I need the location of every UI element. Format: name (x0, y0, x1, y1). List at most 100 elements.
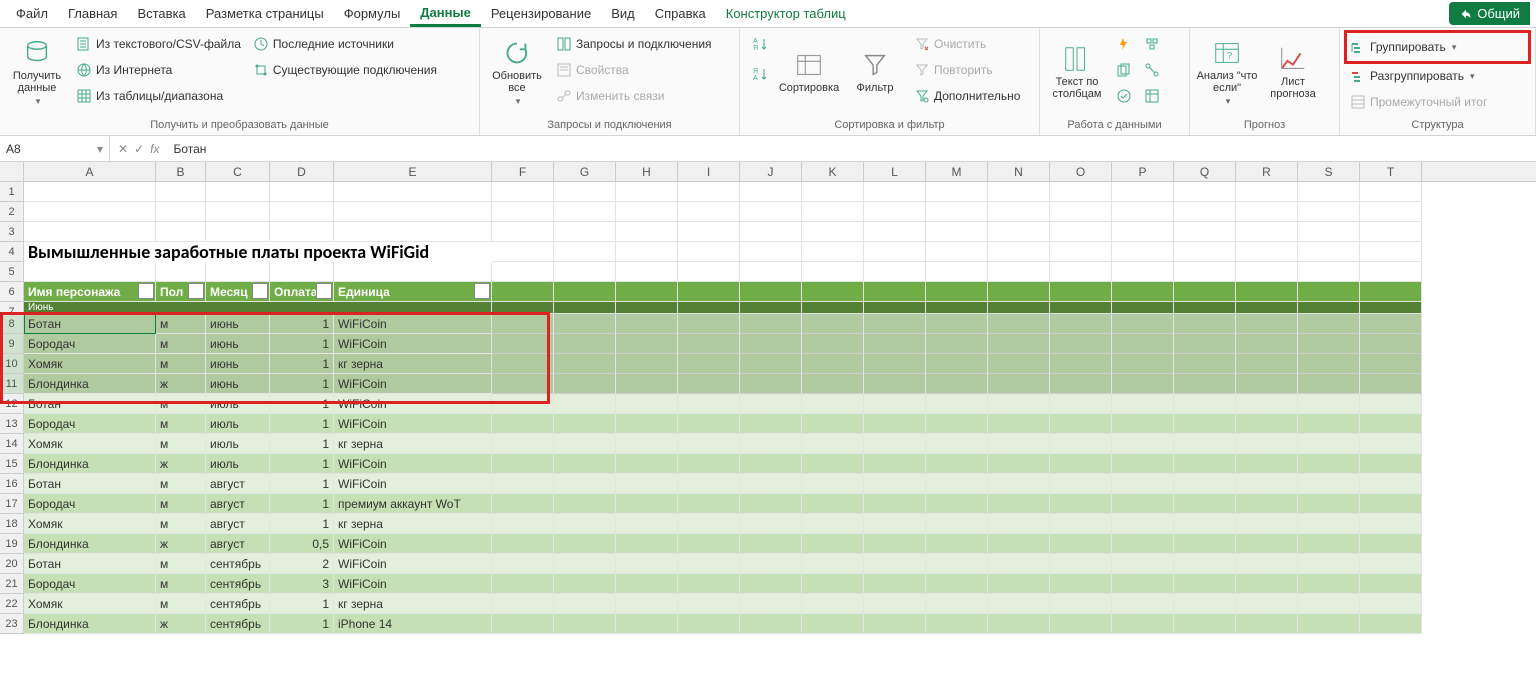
tab-formulas[interactable]: Формулы (334, 2, 411, 25)
flash-fill-button[interactable] (1112, 32, 1136, 56)
col-header-G[interactable]: G (554, 162, 616, 181)
row-header-13[interactable]: 13 (0, 414, 23, 434)
table-cell[interactable]: м (156, 314, 206, 334)
table-cell[interactable]: ж (156, 534, 206, 554)
row-header-9[interactable]: 9 (0, 334, 23, 354)
tab-data[interactable]: Данные (410, 1, 481, 27)
select-all-corner[interactable] (0, 162, 24, 182)
name-box[interactable]: A8 ▾ (0, 136, 110, 161)
filter-dropdown-icon[interactable]: ▾ (252, 283, 268, 299)
row-header-20[interactable]: 20 (0, 554, 23, 574)
table-header[interactable]: Оплата▾ (270, 282, 334, 302)
table-cell[interactable]: WiFiCoin (334, 314, 492, 334)
table-cell[interactable]: июнь (206, 334, 270, 354)
table-cell[interactable]: 3 (270, 574, 334, 594)
col-header-H[interactable]: H (616, 162, 678, 181)
table-cell[interactable]: Хомяк (24, 434, 156, 454)
tab-table-design[interactable]: Конструктор таблиц (716, 2, 856, 25)
table-cell[interactable]: сентябрь (206, 614, 270, 634)
consolidate-button[interactable] (1140, 32, 1164, 56)
forecast-sheet-button[interactable]: Лист прогноза (1262, 32, 1324, 112)
cancel-icon[interactable]: ✕ (118, 142, 128, 156)
table-cell[interactable]: Ботан (24, 554, 156, 574)
get-data-button[interactable]: Получить данные (6, 32, 68, 112)
table-cell[interactable]: июль (206, 434, 270, 454)
table-cell[interactable]: июнь (206, 374, 270, 394)
col-header-I[interactable]: I (678, 162, 740, 181)
table-cell[interactable]: WiFiCoin (334, 574, 492, 594)
col-header-A[interactable]: A (24, 162, 156, 181)
row-header-21[interactable]: 21 (0, 574, 23, 594)
table-cell[interactable]: июль (206, 454, 270, 474)
col-header-R[interactable]: R (1236, 162, 1298, 181)
table-cell[interactable]: Блондинка (24, 454, 156, 474)
row-header-7[interactable]: 7 (0, 302, 23, 314)
filter-dropdown-icon[interactable]: ▾ (474, 283, 490, 299)
row-header-15[interactable]: 15 (0, 454, 23, 474)
filter-dropdown-icon[interactable]: ▾ (316, 283, 332, 299)
table-cell[interactable]: м (156, 574, 206, 594)
row-header-12[interactable]: 12 (0, 394, 23, 414)
tab-page-layout[interactable]: Разметка страницы (196, 2, 334, 25)
tab-home[interactable]: Главная (58, 2, 127, 25)
table-cell[interactable]: сентябрь (206, 574, 270, 594)
table-cell[interactable]: 1 (270, 354, 334, 374)
table-cell[interactable]: Блондинка (24, 534, 156, 554)
table-cell[interactable]: кг зерна (334, 594, 492, 614)
row-header-18[interactable]: 18 (0, 514, 23, 534)
enter-icon[interactable]: ✓ (134, 142, 144, 156)
group-row-label[interactable]: Июнь (24, 302, 492, 314)
existing-connections-button[interactable]: Существующие подключения (249, 58, 441, 82)
text-to-columns-button[interactable]: Текст по столбцам (1046, 32, 1108, 112)
row-header-8[interactable]: 8 (0, 314, 23, 334)
table-cell[interactable]: Хомяк (24, 354, 156, 374)
row-header-19[interactable]: 19 (0, 534, 23, 554)
col-header-O[interactable]: O (1050, 162, 1112, 181)
tab-review[interactable]: Рецензирование (481, 2, 601, 25)
col-header-Q[interactable]: Q (1174, 162, 1236, 181)
table-cell[interactable]: кг зерна (334, 514, 492, 534)
relationships-button[interactable] (1140, 58, 1164, 82)
table-cell[interactable]: Ботан (24, 314, 156, 334)
table-cell[interactable]: июль (206, 394, 270, 414)
filter-dropdown-icon[interactable]: ▾ (188, 283, 204, 299)
table-cell[interactable]: август (206, 494, 270, 514)
recent-sources-button[interactable]: Последние источники (249, 32, 441, 56)
table-cell[interactable]: 1 (270, 314, 334, 334)
table-cell[interactable]: iPhone 14 (334, 614, 492, 634)
col-header-D[interactable]: D (270, 162, 334, 181)
what-if-button[interactable]: ? Анализ "что если" (1196, 32, 1258, 112)
table-cell[interactable]: м (156, 474, 206, 494)
sort-desc-button[interactable]: ЯА (746, 62, 774, 86)
table-cell[interactable]: 1 (270, 614, 334, 634)
table-cell[interactable]: м (156, 594, 206, 614)
table-cell[interactable]: ж (156, 374, 206, 394)
row-header-10[interactable]: 10 (0, 354, 23, 374)
table-cell[interactable]: 1 (270, 454, 334, 474)
from-csv-button[interactable]: Из текстового/CSV-файла (72, 32, 245, 56)
table-cell[interactable]: 1 (270, 374, 334, 394)
table-cell[interactable]: Блондинка (24, 374, 156, 394)
table-cell[interactable]: 1 (270, 514, 334, 534)
remove-duplicates-button[interactable] (1112, 58, 1136, 82)
cells-area[interactable]: Вымышленные заработные платы проекта WiF… (24, 182, 1536, 634)
table-cell[interactable]: 1 (270, 334, 334, 354)
tab-help[interactable]: Справка (645, 2, 716, 25)
table-cell[interactable]: м (156, 354, 206, 374)
name-box-dropdown-icon[interactable]: ▾ (97, 142, 103, 156)
col-header-M[interactable]: M (926, 162, 988, 181)
table-cell[interactable]: WiFiCoin (334, 374, 492, 394)
col-header-J[interactable]: J (740, 162, 802, 181)
row-header-3[interactable]: 3 (0, 222, 23, 242)
col-header-P[interactable]: P (1112, 162, 1174, 181)
table-cell[interactable]: сентябрь (206, 554, 270, 574)
table-cell[interactable]: м (156, 394, 206, 414)
table-header[interactable]: Месяц▾ (206, 282, 270, 302)
sort-asc-button[interactable]: АЯ (746, 32, 774, 56)
tab-view[interactable]: Вид (601, 2, 645, 25)
table-cell[interactable]: WiFiCoin (334, 334, 492, 354)
tab-file[interactable]: Файл (6, 2, 58, 25)
table-header[interactable]: Единица▾ (334, 282, 492, 302)
table-cell[interactable]: Бородач (24, 494, 156, 514)
col-header-C[interactable]: C (206, 162, 270, 181)
